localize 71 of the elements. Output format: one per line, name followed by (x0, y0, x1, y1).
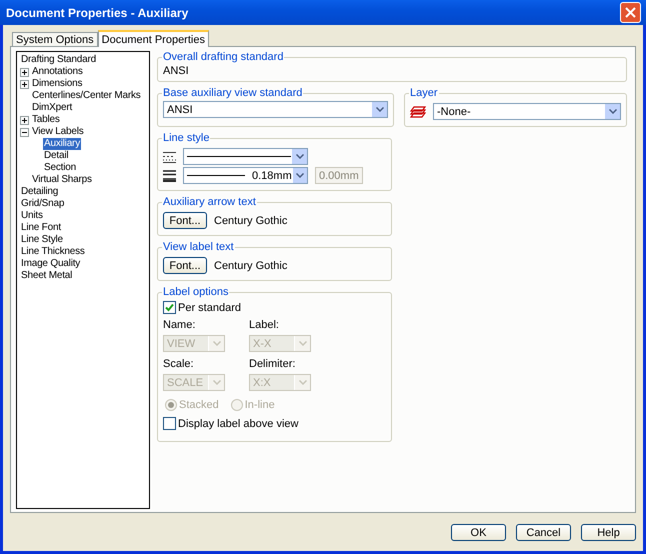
caret-icon (298, 341, 306, 346)
tree-item[interactable]: Virtual Sharps (31, 174, 93, 186)
tree-item[interactable]: Image Quality (20, 258, 82, 270)
caret-icon (298, 380, 306, 385)
layer-dropdown[interactable]: -None- (433, 103, 621, 120)
checkmark-icon (165, 303, 174, 312)
close-icon (625, 7, 636, 18)
tree-item[interactable]: Sheet Metal (20, 270, 74, 282)
group-label: View label text (162, 241, 235, 253)
layers-icon (410, 104, 426, 118)
caret-icon (296, 173, 304, 178)
caret-icon (212, 341, 220, 346)
group-label: Base auxiliary view standard (162, 87, 304, 99)
tree-item[interactable]: Annotations (31, 66, 84, 78)
field-label: Label: (249, 319, 280, 331)
font-name: Century Gothic (214, 260, 288, 272)
window-title: Document Properties - Auxiliary (6, 6, 188, 20)
tree-item[interactable]: Grid/Snap (20, 198, 66, 210)
tree-item[interactable]: Dimensions (31, 78, 84, 90)
field-label: Scale: (163, 358, 195, 370)
tree-item[interactable]: Drafting Standard (20, 54, 97, 66)
radio-label: Stacked (179, 399, 219, 411)
field-label: Delimiter: (249, 358, 296, 370)
group-label: Overall drafting standard (162, 51, 284, 63)
group-label: Auxiliary arrow text (162, 196, 257, 208)
checkbox[interactable] (163, 417, 176, 430)
tree-item[interactable]: Detailing (20, 186, 60, 198)
caret-icon (296, 154, 304, 159)
tree-item[interactable]: Units (20, 210, 44, 222)
caret-icon (608, 109, 616, 114)
dialog-button[interactable]: Help (581, 524, 636, 541)
caret-icon (376, 107, 384, 112)
tree-item[interactable]: Tables (31, 114, 61, 126)
tree-item[interactable]: DimXpert (31, 102, 74, 114)
group-label: Line style (162, 132, 210, 144)
standard-dropdown[interactable]: ANSI (163, 101, 388, 118)
tree-item[interactable]: Line Thickness (20, 246, 86, 258)
tree-item[interactable]: Line Style (20, 234, 64, 246)
solid-line-icon (187, 155, 291, 158)
line-thickness-dropdown[interactable]: 0.18mm (183, 167, 308, 184)
font-name: Century Gothic (214, 214, 288, 226)
tab[interactable]: Document Properties (98, 30, 209, 47)
expander-icon[interactable] (20, 128, 29, 136)
font-button[interactable]: Font... (163, 212, 207, 229)
font-button[interactable]: Font... (163, 257, 207, 274)
tree-item[interactable]: Auxiliary (43, 138, 81, 150)
tree-item[interactable]: View Labels (31, 126, 85, 138)
line-style-dropdown[interactable] (183, 148, 308, 165)
group-label: Layer (409, 87, 439, 99)
checkbox[interactable] (163, 301, 176, 314)
solid-line-icon (187, 174, 245, 177)
expander-icon[interactable] (20, 68, 29, 76)
tree-item[interactable]: Section (43, 162, 77, 174)
tree-item[interactable]: Line Font (20, 222, 62, 234)
expander-icon[interactable] (20, 80, 29, 88)
tab[interactable]: System Options (12, 32, 98, 46)
line-thickness-icon (163, 170, 176, 182)
standard-value: ANSI (163, 65, 189, 77)
expander-icon[interactable] (20, 116, 29, 124)
checkbox-label: Display label above view (178, 418, 298, 430)
tree-item[interactable]: Detail (43, 150, 70, 162)
dialog-button[interactable]: Cancel (516, 524, 571, 541)
group-label: Label options (162, 286, 230, 298)
line-style-icon (163, 150, 176, 162)
caret-icon (212, 380, 220, 385)
tree-item[interactable]: Centerlines/Center Marks (31, 90, 142, 102)
dialog-button[interactable]: OK (451, 524, 506, 541)
close-button[interactable] (620, 2, 641, 23)
field-label: Name: (163, 319, 196, 331)
checkbox-label: Per standard (178, 302, 241, 314)
radio-label: In-line (244, 399, 275, 411)
